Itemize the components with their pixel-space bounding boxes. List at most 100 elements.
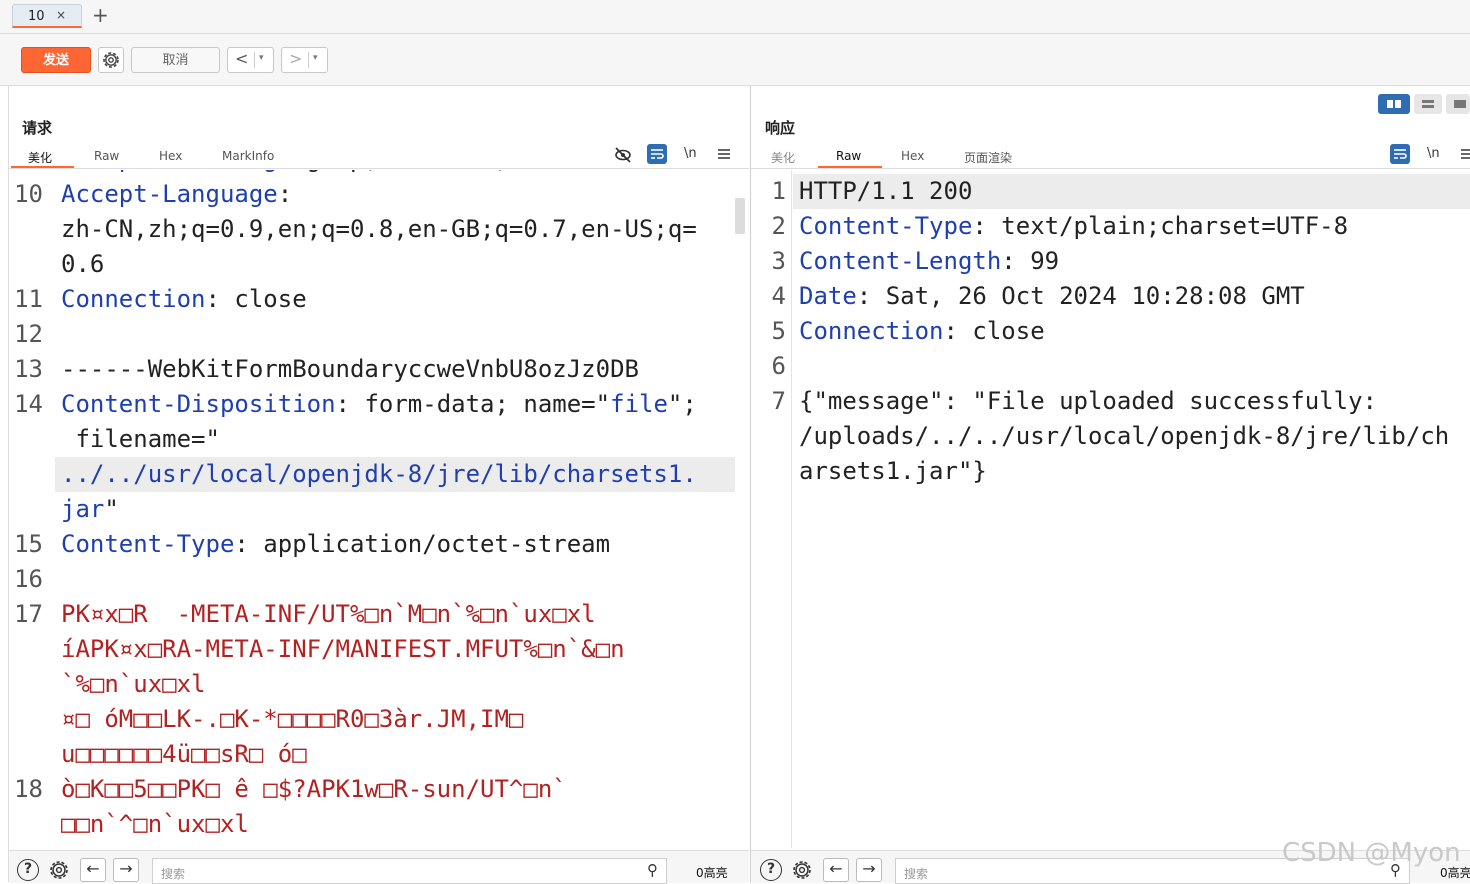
help-icon[interactable]: ? [760, 859, 782, 881]
panel-title: 响应 [765, 119, 796, 137]
token: : [277, 180, 293, 208]
search-input[interactable]: 搜索 ⚲ [152, 858, 667, 884]
back-button[interactable]: < ▾ [227, 47, 274, 73]
tab-hex[interactable]: Hex [901, 149, 924, 163]
response-editor[interactable]: 1 HTTP/1.1 200 2 Content-Type: text/plain;c… [751, 170, 1470, 848]
line-number: 13 [14, 355, 43, 383]
token: jar [61, 495, 105, 523]
tab-pretty[interactable]: 美化 [771, 149, 795, 166]
help-icon[interactable]: ? [17, 859, 39, 881]
token: ------WebKitFormBoundaryccweVnbU8ozJz0DB [61, 355, 639, 383]
line-text: ò□K□□5□□PK□ ê □$?APK1w□R-sun/UT^□n` [61, 772, 567, 807]
settings-button[interactable] [98, 47, 124, 73]
wrap-button[interactable] [1390, 144, 1410, 164]
line-number: 2 [771, 212, 786, 240]
gear-icon [103, 52, 119, 68]
forward-arrow-button[interactable]: → [113, 858, 139, 882]
line-number: 16 [14, 565, 43, 593]
chevron-down-icon[interactable]: ▾ [259, 53, 264, 63]
line-number: 4 [771, 282, 786, 310]
line-text: /uploads/../../usr/local/openjdk-8/jre/l… [799, 419, 1449, 454]
token: Content-Length [799, 247, 1002, 275]
line-number: 3 [771, 247, 786, 275]
chevron-down-icon[interactable]: ▾ [313, 53, 318, 63]
line-number: 6 [771, 352, 786, 380]
menu-icon[interactable] [717, 147, 731, 161]
newline-icon[interactable]: \n [1427, 146, 1440, 161]
line-text: arsets1.jar"} [799, 454, 987, 489]
line-text: `%□n`ux□xl [61, 667, 206, 702]
token: {"message": "File uploaded successfully: [799, 387, 1377, 415]
tab-label: 10 [28, 9, 45, 24]
back-arrow-button[interactable]: ← [823, 858, 849, 882]
chevron-left-icon: < [235, 49, 249, 68]
token: □□n`^□n`ux□xl [61, 810, 249, 838]
line-number: 9 [9, 170, 43, 177]
tab-hex[interactable]: Hex [159, 149, 182, 163]
tab-10[interactable]: 10 × [12, 4, 82, 28]
line-text: Content-Disposition: form-data; name="fi… [61, 387, 697, 422]
forward-arrow-button[interactable]: → [856, 858, 882, 882]
line-text: zh-CN,zh;q=0.9,en;q=0.8,en-GB;q=0.7,en-U… [61, 212, 697, 247]
search-icon[interactable]: ⚲ [647, 861, 658, 879]
tab-pretty[interactable]: 美化 [28, 149, 52, 166]
tab-raw[interactable]: Raw [836, 149, 861, 163]
watermark: CSDN @Myon [1282, 838, 1461, 868]
line-text: Accept-Language: [61, 177, 292, 212]
token: file [610, 390, 668, 418]
wrap-button[interactable] [647, 144, 667, 164]
new-tab-button[interactable]: + [92, 4, 109, 26]
divider [308, 52, 309, 68]
line-text: 0.6 [61, 247, 104, 282]
line-text: íAPK¤x□RA-META-INF/MANIFEST.MFUT%□n`&□n [61, 632, 625, 667]
wrap-icon [1394, 149, 1407, 159]
menu-icon[interactable] [1460, 147, 1470, 161]
line-number: 11 [14, 285, 43, 313]
line-text: Date: Sat, 26 Oct 2024 10:28:08 GMT [799, 279, 1305, 314]
line-number: 1 [771, 177, 786, 205]
token: "; [667, 390, 697, 418]
line-text: ../../usr/local/openjdk-8/jre/lib/charse… [61, 457, 697, 492]
forward-button[interactable]: > ▾ [281, 47, 328, 73]
tab-markinfo[interactable]: MarkInfo [222, 149, 274, 163]
toolbar [0, 34, 1470, 86]
line-text: jar" [61, 492, 119, 527]
newline-icon[interactable]: \n [684, 146, 697, 161]
token: : Sat, 26 Oct 2024 10:28:08 GMT [856, 282, 1305, 310]
line-number: 7 [771, 387, 786, 415]
token: zh-CN,zh;q=0.9,en;q=0.8,en-GB;q=0.7,en-U… [61, 215, 697, 243]
token: : form-data; name=" [335, 390, 611, 418]
tab-render[interactable]: 页面渲染 [964, 149, 1012, 166]
line-text: HTTP/1.1 200 [799, 174, 972, 209]
hide-icon[interactable] [613, 145, 633, 165]
search-placeholder: 搜索 [904, 867, 929, 881]
back-arrow-button[interactable]: ← [80, 858, 106, 882]
token: Connection [799, 317, 944, 345]
tab-raw[interactable]: Raw [94, 149, 119, 163]
scrollbar-thumb[interactable] [735, 198, 745, 234]
line-text: □□n`^□n`ux□xl [61, 807, 249, 842]
line-number: 12 [14, 320, 43, 348]
line-text: filename=" [61, 422, 220, 457]
search-placeholder: 搜索 [161, 867, 186, 881]
line-text: PK¤x□R -META-INF/UT%□n`M□n`%□n`ux□xl [61, 597, 596, 632]
request-editor[interactable]: 9 Accept-Encoding: gzip, deflate, br 10 Acc… [9, 170, 749, 848]
cancel-button[interactable]: 取消 [131, 47, 220, 73]
wrap-icon [651, 149, 664, 159]
line-text: Content-Type: application/octet-stream [61, 527, 610, 562]
line-text: Content-Type: text/plain;charset=UTF-8 [799, 209, 1348, 244]
token: : text/plain;charset=UTF-8 [972, 212, 1349, 240]
close-icon[interactable]: × [56, 8, 66, 22]
tab-strip [0, 0, 1470, 34]
token: 0.6 [61, 250, 105, 278]
send-button[interactable]: 发送 [21, 47, 91, 73]
line-number: 17 [14, 600, 43, 628]
line-text: {"message": "File uploaded successfully: [799, 384, 1377, 419]
token: íAPK¤x□RA-META-INF/MANIFEST.MFUT%□n`&□n [61, 635, 625, 663]
token: : close [943, 317, 1045, 345]
line-number: 18 [14, 775, 43, 803]
gear-icon[interactable] [790, 858, 814, 882]
token: Date [799, 282, 857, 310]
token: ¤□ óM□□LK-.□K-*□□□□R0□3àr.JM,IM□ [61, 705, 524, 733]
gear-icon[interactable] [47, 858, 71, 882]
